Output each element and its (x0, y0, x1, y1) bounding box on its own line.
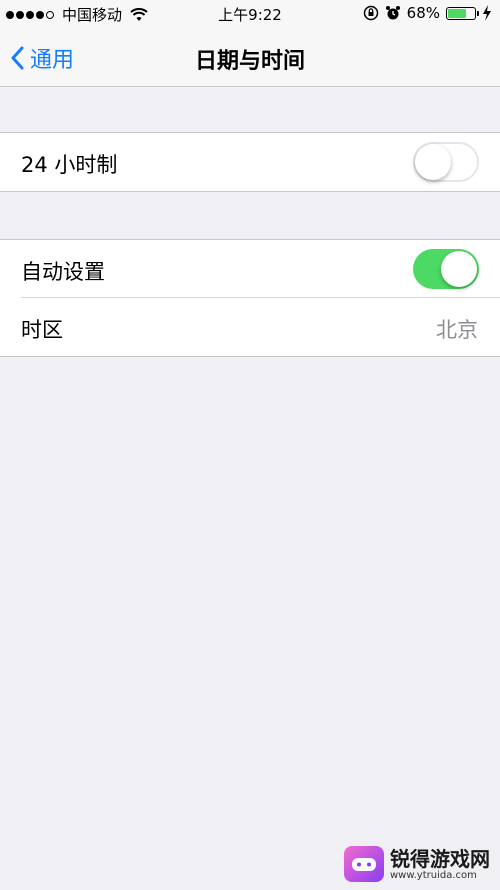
navigation-bar: 通用 日期与时间 (0, 28, 500, 87)
status-bar: 中国移动 上午9:22 68% (0, 0, 500, 28)
battery-icon (446, 6, 479, 20)
toggle-knob (415, 144, 451, 180)
alarm-icon (385, 6, 400, 20)
page-title: 日期与时间 (194, 49, 305, 74)
battery-percent: 68% (406, 4, 440, 22)
auto-set-row: 自动设置 (0, 240, 500, 298)
watermark-logo-icon (344, 846, 384, 882)
auto-set-label: 自动设置 (21, 260, 105, 284)
toggle-knob (441, 251, 477, 287)
status-right: 68% (357, 4, 492, 22)
rotation-lock-icon (363, 5, 378, 21)
watermark-name: 锐得游戏网 (390, 846, 490, 871)
auto-set-toggle[interactable] (413, 249, 479, 289)
auto-time-group: 自动设置 时区 北京 (0, 239, 500, 357)
timezone-value: 北京 (436, 318, 478, 342)
hour24-label: 24 小时制 (21, 153, 118, 177)
watermark-url: www.ytruida.com (390, 869, 477, 881)
hour24-toggle[interactable] (413, 142, 479, 182)
watermark: 锐得游戏网 www.ytruida.com (344, 846, 490, 882)
hour24-group: 24 小时制 (0, 132, 500, 192)
hour24-row: 24 小时制 (0, 133, 500, 191)
charging-icon (483, 5, 491, 21)
watermark-text: 锐得游戏网 www.ytruida.com (390, 848, 490, 881)
timezone-row[interactable]: 时区 北京 (0, 298, 500, 356)
timezone-label: 时区 (21, 318, 63, 342)
